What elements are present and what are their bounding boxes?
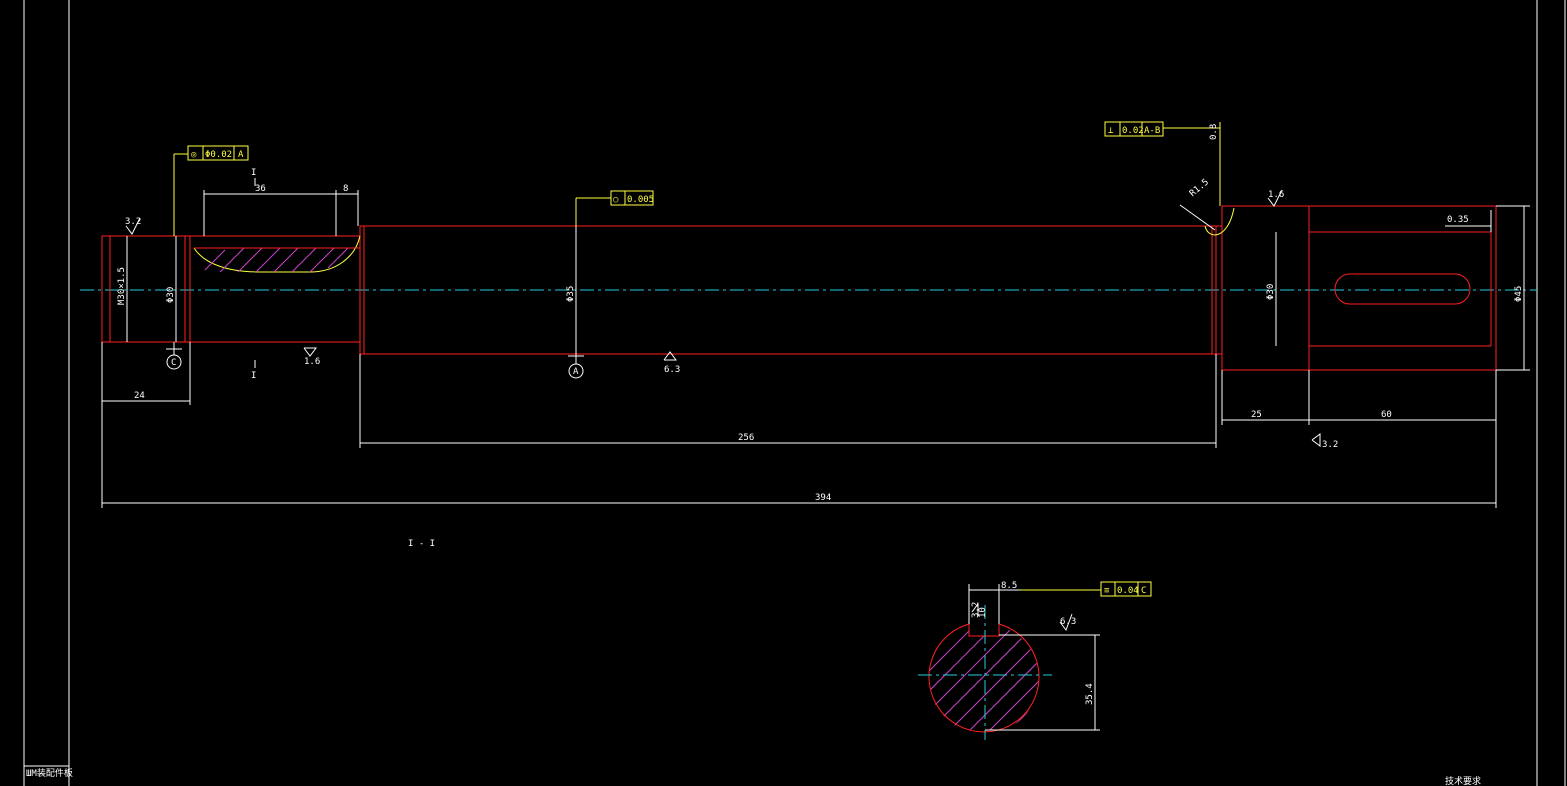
section-view-label: I - I [408,539,435,549]
svg-text:0.04: 0.04 [1117,586,1139,596]
dim-keyway-off: 8 [343,184,348,194]
tolerance-frame-roundness: ○ 0.005 [575,190,654,226]
groove-detail [1204,207,1235,236]
keyway-slot [1334,273,1471,305]
svg-text:C: C [1141,586,1146,596]
groove-label: R1.5 [1188,177,1211,199]
svg-text:◎: ◎ [191,150,197,160]
svg-text:A: A [238,150,244,160]
dim-left-end: 24 [134,391,145,401]
datum-c: C [166,342,182,370]
dimension-lines [101,190,1530,508]
svg-text:C: C [171,358,176,368]
dim-d-right-step: Φ30 [1266,284,1276,300]
tolerance-frame-coaxiality: ◎ Φ0.02 A [173,145,249,236]
roughness-symbols: 3.2 1.6 6.3 1.6 3.2 0.8 [125,124,1338,450]
shaft-outline [101,205,1497,371]
sheet-border [23,0,1566,786]
svg-text:A: A [573,367,579,377]
datum-a: A [568,354,584,379]
svg-text:1.6: 1.6 [1268,190,1284,200]
dim-thread: M30×1.5 [117,267,127,305]
svg-text:≡: ≡ [1104,586,1110,596]
svg-text:0.005: 0.005 [627,195,654,205]
dim-keyway-len: 36 [255,184,266,194]
left-keyway-section [193,235,361,273]
svg-text:⊥: ⊥ [1108,126,1114,136]
dim-step-len: 25 [1251,410,1262,420]
svg-text:○: ○ [613,195,619,205]
svg-text:1.6: 1.6 [304,357,320,367]
section-key-width: 8.5 [1001,581,1017,591]
dim-main-length: 256 [738,433,754,443]
svg-text:6.3: 6.3 [664,365,680,375]
cad-drawing-canvas: ШМ装配件板 技术要求 R1.5 394 256 24 25 60 36 8 0… [23,0,1566,786]
title-block-label: ШМ装配件板 [26,767,73,779]
dim-d-right-end: Φ45 [1514,286,1524,302]
svg-text:0.8: 0.8 [1209,124,1219,140]
svg-text:3.2: 3.2 [971,602,981,618]
section-mark-bottom: I [251,371,256,381]
cross-section-view: 8.5 35.4 10 6.3 3.2 [918,581,1100,740]
svg-text:3.2: 3.2 [1322,440,1338,450]
tolerance-frame-perpendicularity: ⊥ 0.02 A-B [1104,121,1221,206]
tolerance-frame-symmetry: ≡ 0.04 C [1020,581,1152,597]
dim-right-end: 60 [1381,410,1392,420]
dim-chamfer: 0.35 [1447,215,1469,225]
svg-text:6.3: 6.3 [1060,617,1076,627]
dim-overall-length: 394 [815,493,831,503]
svg-text:3.2: 3.2 [125,217,141,227]
svg-text:A-B: A-B [1144,126,1160,136]
svg-text:0.02: 0.02 [1122,126,1144,136]
section-depth: 35.4 [1085,683,1095,705]
technical-note: 技术要求 [1445,775,1481,786]
section-mark-top: I [251,168,256,178]
dim-d-main: Φ35 [566,286,576,302]
svg-text:Φ0.02: Φ0.02 [205,150,232,160]
dim-d-left: Φ30 [166,287,176,303]
